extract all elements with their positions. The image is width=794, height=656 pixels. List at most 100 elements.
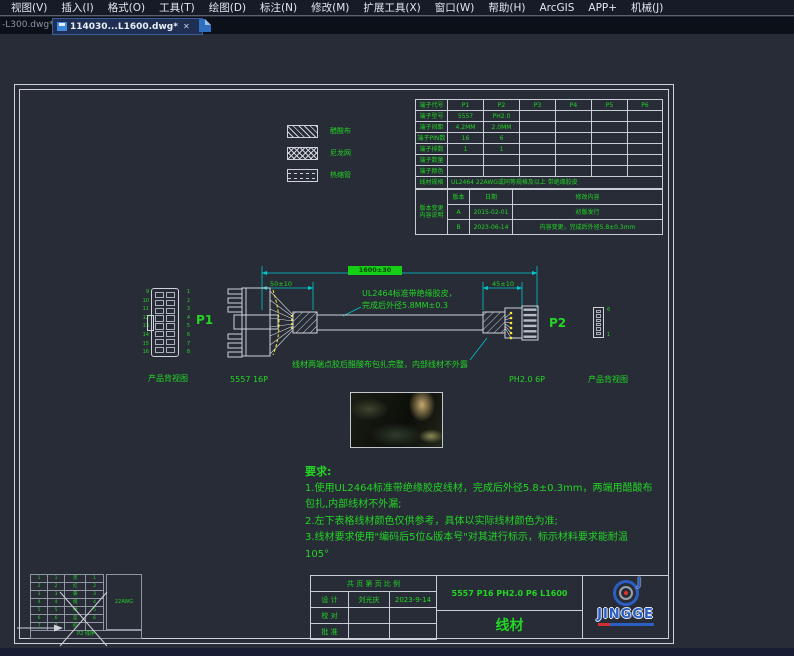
check-label: 校 对: [311, 608, 349, 624]
menu-item[interactable]: ArcGIS: [532, 0, 581, 16]
legend-item-acetate: 醋酸布: [287, 124, 351, 138]
pin-number: 14: [141, 331, 149, 340]
table-row: 端子排数11: [416, 144, 663, 155]
p1-label: P1: [196, 313, 213, 327]
note-line: 105°: [305, 547, 645, 564]
table-row: 端子颜色: [416, 166, 663, 177]
pages-scale-row: 共 页 第 页 比 例: [311, 576, 437, 592]
cable-spec-callout: UL2464标准带绝缘胶皮， 完成后外径5.8MM±0.3: [362, 288, 457, 312]
pin-number: 1: [182, 288, 190, 297]
revision-label: 版本变更 内容说明: [416, 190, 448, 235]
p2-side-view: [505, 306, 538, 340]
menu-item[interactable]: 扩展工具(X): [356, 0, 427, 16]
p2-housing: [593, 307, 604, 338]
logo-tagline: [598, 623, 654, 626]
pin-number: 8: [182, 348, 190, 357]
p1-pin-grid: [155, 292, 175, 353]
designer-name: 刘光庆: [349, 592, 390, 608]
menu-item[interactable]: APP+: [581, 0, 624, 16]
cable-body: [317, 315, 483, 330]
mesh-hatch-swatch: [287, 147, 318, 160]
p2-type-caption: PH2.0 6P: [504, 375, 550, 385]
pin-number: 15: [141, 340, 149, 349]
hatch-legend: 醋酸布 尼龙网 热缩管: [287, 124, 351, 190]
tab-active-drawing[interactable]: 114030...L1600.dwg* ✕: [52, 18, 203, 35]
pin-number: 11: [141, 305, 149, 314]
dim-right-text: 45±10: [482, 280, 524, 289]
menu-item[interactable]: 绘图(D): [202, 0, 253, 16]
legend-label: 热缩管: [330, 169, 351, 182]
p1-type-caption: 5557 16P: [226, 375, 272, 385]
p2-view-caption: 产品背视图: [578, 375, 638, 385]
pin-number: 6: [182, 331, 190, 340]
wire-fan: [270, 291, 293, 354]
menu-item[interactable]: 窗口(W): [428, 0, 482, 16]
pin-number: 5: [182, 322, 190, 331]
p1-pin-numbers-right: 12345678: [182, 288, 190, 357]
revision-header: 日期: [470, 190, 513, 205]
legend-item-heatshrink: 热缩管: [287, 168, 351, 182]
table-row: 端子数量: [416, 155, 663, 166]
menu-item[interactable]: 标注(N): [253, 0, 304, 16]
wire-spec-value: UL2464 22AWG或同等规格及以上 带绝缘胶皮: [448, 177, 663, 189]
menu-item[interactable]: 工具(T): [152, 0, 202, 16]
product-name: 线材: [496, 615, 524, 635]
note-line: 2.左下表格线材颜色仅供参考，具体以实际线材颜色为准;: [305, 514, 645, 531]
pin-number: 2: [182, 297, 190, 306]
menu-item[interactable]: 修改(M): [304, 0, 356, 16]
table-row: 端子PIN数166: [416, 133, 663, 144]
revision-header: 版本: [448, 190, 470, 205]
pin-number: 10: [141, 297, 149, 306]
note-line: 1.使用UL2464标准带绝缘胶皮线材，完成后外径5.8±0.3mm，两端用醋酸…: [305, 481, 645, 498]
p1-view-caption: 产品背视图: [138, 374, 198, 384]
approve-label: 批 准: [311, 624, 349, 640]
notes-title: 要求:: [305, 464, 645, 481]
p1-side-view: [228, 288, 278, 357]
legend-item-mesh: 尼龙网: [287, 146, 351, 160]
title-block: 共 页 第 页 比 例 设 计 刘光庆 2023-9-14 校 对 批 准 55…: [310, 575, 669, 639]
p2-pin-bottom: 1: [607, 332, 610, 338]
table-row: 端子间距4.2MM2.0MM: [416, 122, 663, 133]
menu-bar: 视图(V)插入(I)格式(O)工具(T)绘图(D)标注(N)修改(M)扩展工具(…: [0, 0, 794, 16]
wire-spec-label: 线材规格: [416, 177, 448, 189]
legend-label: 醋酸布: [330, 125, 351, 138]
menu-item[interactable]: 视图(V): [4, 0, 54, 16]
p2-pin-grid: [596, 310, 601, 335]
p2-front-view: 6 1: [593, 307, 617, 339]
menu-item[interactable]: 机械(J): [624, 0, 670, 16]
dim-overall-text: 1600±30: [348, 266, 402, 275]
menu-item[interactable]: 格式(O): [101, 0, 152, 16]
table-row: 端子代号P1P2 P3P4P5P6: [416, 100, 663, 111]
drawing-tab-bar: -L300.dwg* 114030...L1600.dwg* ✕: [0, 17, 794, 34]
corner-marks: [15, 590, 155, 648]
product-photo: [350, 392, 443, 448]
acetate-hatch-swatch: [287, 125, 318, 138]
logo-emblem-icon: J: [613, 580, 639, 606]
p1-front-view: 910111213141516 12345678: [141, 288, 191, 358]
menu-item[interactable]: 插入(I): [54, 0, 100, 16]
application-window: 视图(V)插入(I)格式(O)工具(T)绘图(D)标注(N)修改(M)扩展工具(…: [0, 0, 794, 656]
heatshrink-hatch-swatch: [287, 169, 318, 182]
wrap-callout: 线材两端点胶后醋酸布包扎完整，内部线材不外露: [292, 359, 470, 371]
pin-number: 9: [141, 288, 149, 297]
tab-label: 114030...L1600.dwg*: [70, 22, 178, 32]
tab-inactive-drawing[interactable]: -L300.dwg*: [0, 17, 54, 34]
acetate-wrap-right: [483, 312, 505, 333]
p2-label: P2: [549, 316, 566, 330]
printer-icon: [57, 22, 67, 31]
p1-latch: [147, 315, 154, 331]
design-label: 设 计: [311, 592, 349, 608]
pin-number: 7: [182, 340, 190, 349]
menu-item[interactable]: 帮助(H): [481, 0, 532, 16]
p1-housing: [151, 288, 179, 357]
revision-table: 版本变更 内容说明 版本 日期 修改内容 A 2015-02-01 初版发行 B…: [415, 189, 663, 235]
new-drawing-button[interactable]: [199, 19, 211, 32]
terminal-spec-table: 端子代号P1P2 P3P4P5P6 端子型号5557PH2.0 端子间距4.2M…: [415, 99, 663, 177]
tab-close-icon[interactable]: ✕: [183, 22, 190, 31]
p2-pin-top: 6: [607, 307, 610, 313]
revision-row-a: A 2015-02-01 初版发行: [416, 205, 663, 220]
part-number: 5557 P16 PH2.0 P6 L1600: [452, 589, 568, 598]
wire-spec-row: 线材规格 UL2464 22AWG或同等规格及以上 带绝缘胶皮: [415, 176, 663, 189]
acetate-wrap-left: [293, 312, 317, 333]
drawing-canvas[interactable]: 醋酸布 尼龙网 热缩管 端子代号P1P2 P3P4P5P6 端子型号5557PH…: [0, 34, 794, 648]
